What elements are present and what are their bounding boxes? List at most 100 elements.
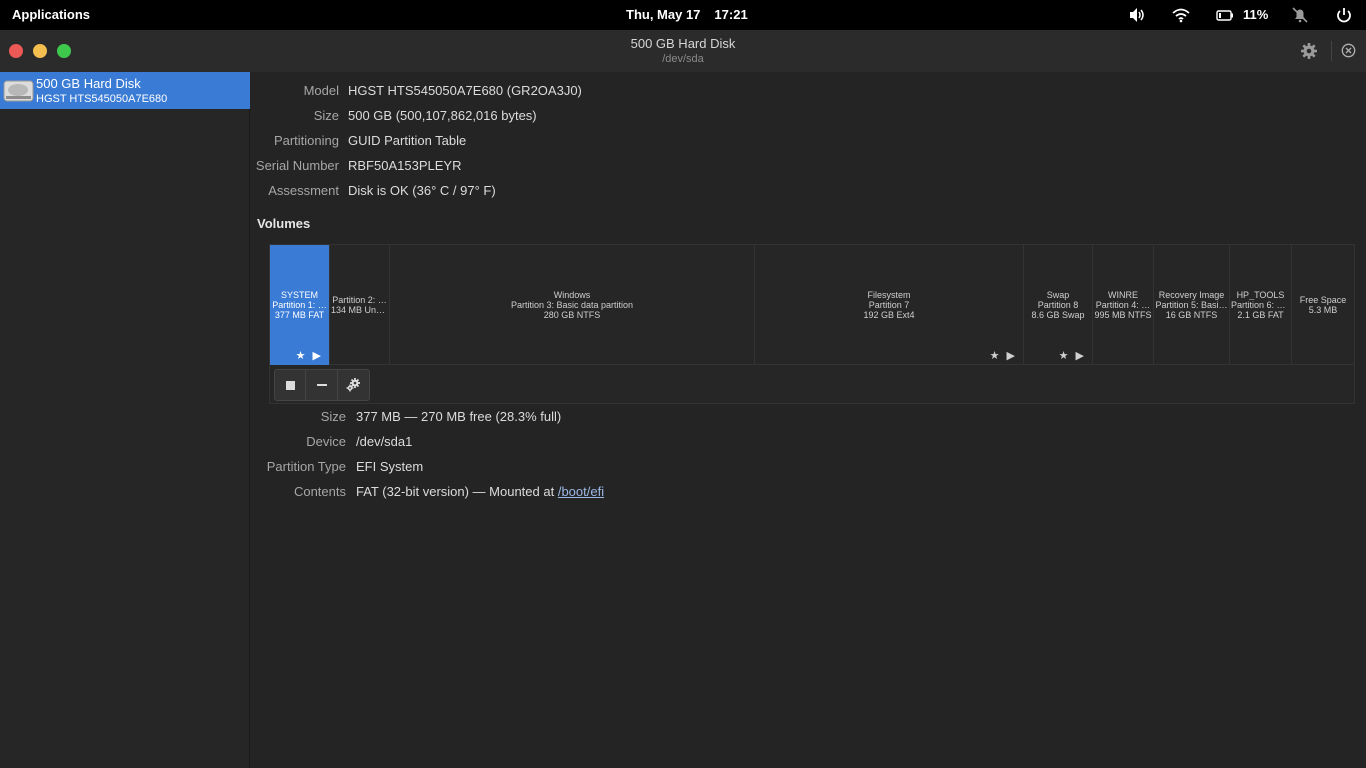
partition-type-label: Partition Type (266, 459, 346, 474)
partition-line-3: 377 MB FAT (274, 310, 325, 320)
volume-toolbar (274, 369, 370, 401)
partition-line-1: Windows (553, 290, 591, 300)
partition-block[interactable]: WINRE Partition 4: … 995 MB NTFS (1093, 245, 1154, 365)
power-icon[interactable] (1335, 6, 1353, 24)
sidebar-item-hard-disk[interactable]: 500 GB Hard Disk HGST HTS545050A7E680 (0, 72, 250, 109)
notifications-off-icon[interactable] (1291, 6, 1309, 24)
partition-options-button[interactable] (338, 370, 369, 400)
close-window-button[interactable] (9, 44, 23, 58)
partition-line-2: 5.3 MB (1308, 305, 1338, 315)
contents-text: FAT (32-bit version) — Mounted at (356, 484, 558, 499)
battery-percent: 11% (1243, 7, 1269, 22)
unmount-button[interactable] (275, 370, 307, 400)
clock-time: 17:21 (714, 7, 748, 22)
device-row: Device /dev/sda1 (251, 434, 1351, 450)
hard-disk-icon (3, 80, 34, 102)
partition-line-2: Partition 1: … (272, 300, 327, 310)
volume-icon[interactable] (1128, 6, 1146, 24)
partition-block[interactable]: Partition 2: … 134 MB Unk… (330, 245, 390, 365)
partition-block[interactable]: Windows Partition 3: Basic data partitio… (390, 245, 755, 365)
gear-icon[interactable] (1300, 42, 1318, 60)
partition-line-2: Partition 7 (868, 300, 910, 310)
mount-point-link[interactable]: /boot/efi (558, 484, 604, 499)
volumes-heading: Volumes (257, 216, 311, 231)
sidebar-item-sublabel: HGST HTS545050A7E680 (36, 93, 168, 105)
contents-value: FAT (32-bit version) — Mounted at /boot/… (356, 484, 604, 499)
partition-line-2: Partition 3: Basic data partition (510, 300, 634, 310)
model-value: HGST HTS545050A7E680 (GR2OA3J0) (348, 83, 582, 98)
serial-value: RBF50A153PLEYR (348, 158, 462, 173)
wifi-icon[interactable] (1172, 6, 1190, 24)
partitioning-row: Partitioning GUID Partition Table (251, 133, 1351, 149)
partition-block[interactable]: Filesystem Partition 7 192 GB Ext4 ★ ▶ (755, 245, 1024, 365)
maximize-window-button[interactable] (57, 44, 71, 58)
partition-line-3: 995 MB NTFS (1094, 310, 1152, 320)
top-panel: Applications Thu, May 17 17:21 11% (0, 0, 1366, 30)
partition-block[interactable]: Free Space 5.3 MB (1292, 245, 1354, 365)
serial-label: Serial Number (255, 158, 339, 173)
assessment-value: Disk is OK (36° C / 97° F) (348, 183, 496, 198)
partition-line-2: Partition 4: … (1095, 300, 1151, 310)
partition-block[interactable]: HP_TOOLS Partition 6: B… 2.1 GB FAT (1230, 245, 1292, 365)
minus-icon (316, 384, 327, 386)
assessment-label: Assessment (268, 183, 339, 198)
size-value: 500 GB (500,107,862,016 bytes) (348, 108, 537, 123)
partition-line-3: 16 GB NTFS (1165, 310, 1218, 320)
partition-line-1: Filesystem (867, 290, 911, 300)
partition-size-row: Size 377 MB — 270 MB free (28.3% full) (251, 409, 1351, 425)
partition-line-1: Free Space (1299, 295, 1347, 305)
model-label: Model (303, 83, 339, 98)
partition-line-1: Recovery Image (1158, 290, 1225, 300)
mounted-star-icon: ★ ▶ (295, 350, 323, 362)
window-titlebar[interactable]: 500 GB Hard Disk /dev/sda (0, 30, 1366, 72)
partition-size-value: 377 MB — 270 MB free (28.3% full) (356, 409, 562, 424)
model-row: Model HGST HTS545050A7E680 (GR2OA3J0) (251, 83, 1351, 99)
partitioning-value: GUID Partition Table (348, 133, 467, 148)
battery-icon[interactable] (1216, 6, 1234, 24)
partition-line-1: HP_TOOLS (1236, 290, 1285, 300)
partition-line-3: 134 MB Unk… (331, 305, 389, 315)
minimize-window-button[interactable] (33, 44, 47, 58)
partition-type-value: EFI System (356, 459, 424, 474)
size-row: Size 500 GB (500,107,862,016 bytes) (251, 108, 1351, 124)
serial-row: Serial Number RBF50A153PLEYR (251, 158, 1351, 174)
partitioning-label: Partitioning (273, 133, 339, 148)
power-off-disk-icon[interactable] (1341, 43, 1356, 58)
partition-bar: SYSTEM Partition 1: … 377 MB FAT ★ ▶ Par… (270, 245, 1354, 365)
partition-line-2: Partition 8 (1037, 300, 1079, 310)
partition-line-2: Partition 2: … (332, 295, 387, 305)
partition-line-3: 2.1 GB FAT (1237, 310, 1284, 320)
partition-block[interactable]: Swap Partition 8 8.6 GB Swap ★ ▶ (1024, 245, 1093, 365)
device-label: Device (306, 434, 346, 449)
delete-partition-button[interactable] (306, 370, 338, 400)
disk-details: Model HGST HTS545050A7E680 (GR2OA3J0) Si… (251, 72, 1366, 768)
titlebar-separator (1331, 41, 1332, 61)
assessment-row: Assessment Disk is OK (36° C / 97° F) (251, 183, 1351, 199)
applications-menu[interactable]: Applications (12, 7, 90, 22)
contents-label: Contents (293, 484, 346, 499)
partition-line-3: 8.6 GB Swap (1031, 310, 1085, 320)
partition-line-1: Swap (1046, 290, 1070, 300)
device-value: /dev/sda1 (356, 434, 413, 449)
partition-type-row: Partition Type EFI System (251, 459, 1351, 475)
partition-line-1: SYSTEM (280, 290, 318, 300)
size-label: Size (313, 108, 339, 123)
partition-size-label: Size (320, 409, 346, 424)
partition-line-1: WINRE (1108, 290, 1138, 300)
gears-icon (346, 378, 361, 392)
stop-icon (285, 380, 295, 390)
window-subtitle: /dev/sda (662, 53, 704, 65)
partition-block[interactable]: Recovery Image Partition 5: Basi… 16 GB … (1154, 245, 1230, 365)
partition-line-2: Partition 6: B… (1231, 300, 1291, 310)
partition-block[interactable]: SYSTEM Partition 1: … 377 MB FAT ★ ▶ (270, 245, 330, 365)
partition-line-2: Partition 5: Basi… (1155, 300, 1228, 310)
window-title: 500 GB Hard Disk (630, 36, 736, 51)
mounted-star-icon: ★ ▶ (989, 350, 1017, 362)
disk-sidebar: 500 GB Hard Disk HGST HTS545050A7E680 (0, 72, 250, 768)
partition-line-3: 192 GB Ext4 (863, 310, 915, 320)
mounted-star-icon: ★ ▶ (1058, 350, 1086, 362)
clock[interactable]: Thu, May 17 17:21 (626, 7, 748, 22)
partition-line-3: 280 GB NTFS (543, 310, 601, 320)
clock-date: Thu, May 17 (626, 7, 701, 22)
volumes-panel: SYSTEM Partition 1: … 377 MB FAT ★ ▶ Par… (269, 244, 1355, 404)
